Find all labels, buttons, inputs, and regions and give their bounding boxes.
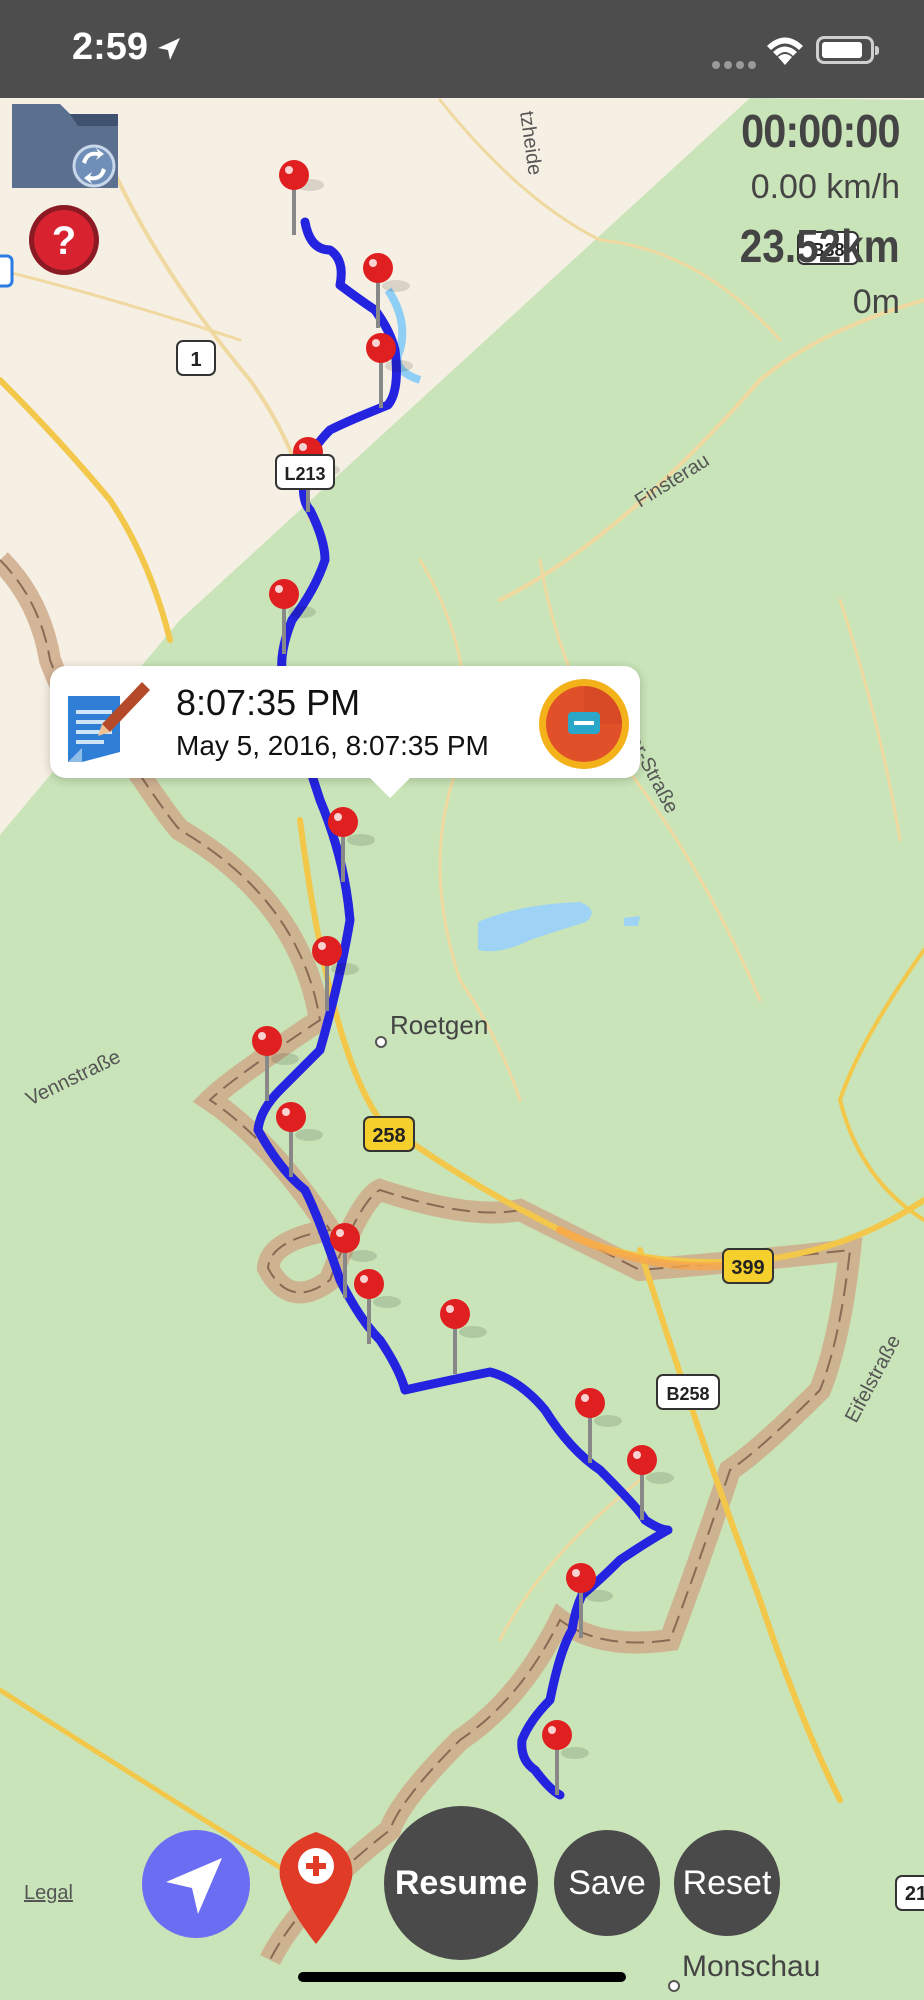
- svg-text:399: 399: [731, 1257, 764, 1279]
- resume-button[interactable]: Resume: [384, 1806, 538, 1960]
- folder-sync-icon[interactable]: [12, 104, 118, 188]
- lake: [478, 902, 592, 952]
- help-icon[interactable]: ?: [28, 204, 100, 276]
- svg-text:1: 1: [190, 349, 201, 371]
- road-badge-21: 21: [895, 1875, 924, 1911]
- place-label-monschau: Monschau: [682, 1950, 820, 1983]
- total-distance: 23.52km: [740, 220, 900, 272]
- lake-small: [624, 916, 640, 926]
- monschau-dot: [668, 1980, 680, 1992]
- pin-callout[interactable]: 8:07:35 PM May 5, 2016, 8:07:35 PM: [50, 666, 640, 798]
- road-badge-258: 258: [363, 1116, 415, 1152]
- svg-text:L213: L213: [284, 464, 325, 484]
- status-time: 2:59: [72, 26, 149, 68]
- road-badge-1: 1: [176, 340, 216, 376]
- altitude: 0m: [852, 283, 900, 321]
- place-label-roetgen: Roetgen: [390, 1010, 488, 1040]
- roetgen-dot: [375, 1036, 387, 1048]
- map-edge-marker: [0, 254, 14, 288]
- signal-icon: [712, 56, 760, 74]
- current-speed: 0.00 km/h: [750, 168, 900, 206]
- street-label-vennstrasse: Vennstraße: [23, 1046, 125, 1111]
- legal-link[interactable]: Legal: [24, 1882, 73, 1905]
- home-indicator: [298, 1972, 626, 1982]
- add-pin-icon[interactable]: [276, 1826, 356, 1946]
- location-arrow-icon: [158, 38, 180, 60]
- street-label-eifelstrasse: Eifelstraße: [841, 1332, 905, 1427]
- wifi-icon: [767, 37, 803, 65]
- svg-text:?: ?: [52, 219, 76, 263]
- navigation-arrow-icon: [166, 1858, 222, 1914]
- elapsed-time: 00:00:00: [741, 105, 900, 157]
- road-badge-399: 399: [722, 1248, 774, 1284]
- callout-title: 8:07:35 PM: [176, 682, 361, 723]
- svg-text:258: 258: [372, 1125, 405, 1147]
- remove-icon[interactable]: [538, 678, 630, 770]
- road-badge-l213: L213: [275, 454, 335, 490]
- battery-icon: [816, 36, 879, 64]
- status-bar: 2:59: [0, 0, 924, 98]
- map-pin-icon[interactable]: [440, 1299, 487, 1374]
- street-label-finsterau: Finsterau: [631, 449, 713, 512]
- note-edit-icon[interactable]: [62, 676, 152, 768]
- svg-text:21: 21: [905, 1883, 924, 1905]
- callout-subtitle: May 5, 2016, 8:07:35 PM: [176, 730, 489, 761]
- tracking-stats: 00:00:00 0.00 km/h 23.52km 0m: [718, 100, 901, 322]
- road-badge-b258: B258: [656, 1374, 720, 1410]
- current-location-button[interactable]: [142, 1830, 250, 1938]
- reset-button[interactable]: Reset: [674, 1830, 780, 1936]
- svg-text:B258: B258: [666, 1384, 709, 1404]
- save-button[interactable]: Save: [554, 1830, 660, 1936]
